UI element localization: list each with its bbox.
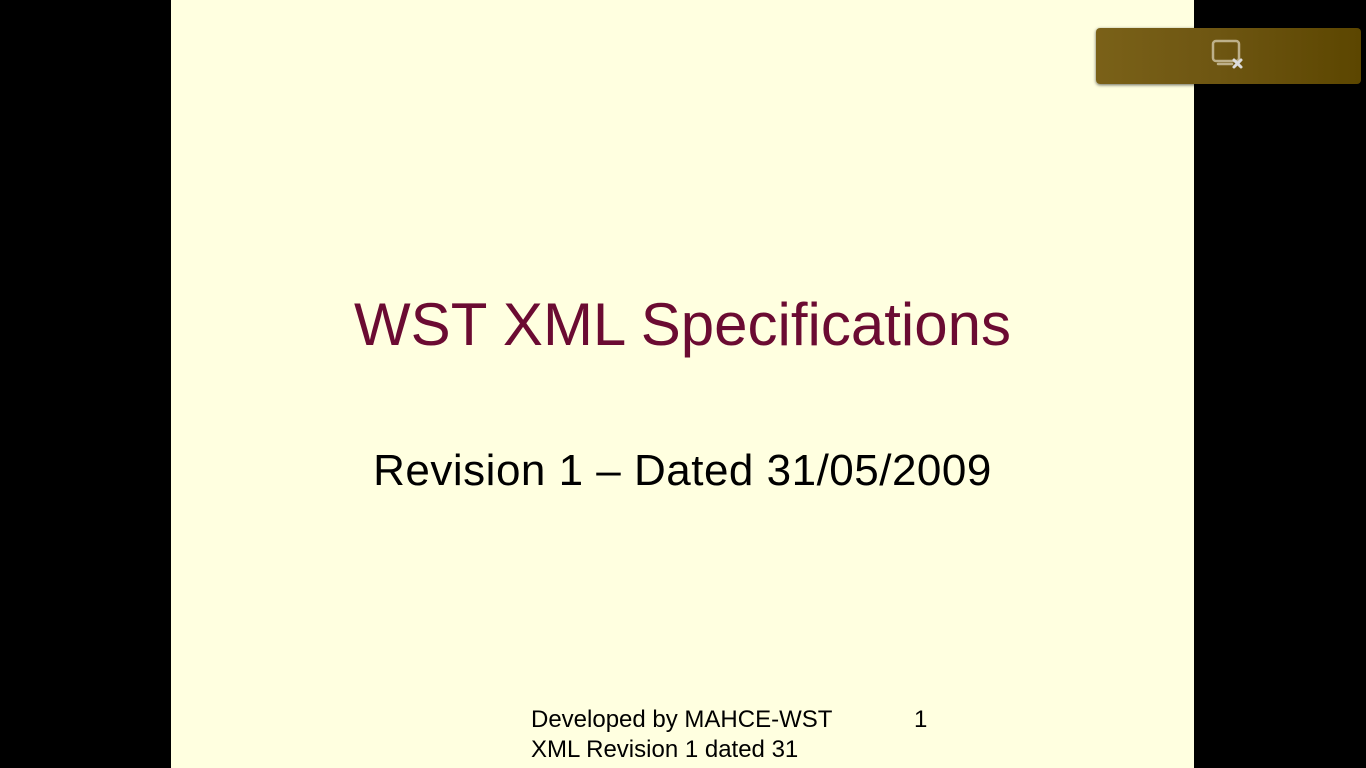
footer-line-2: XML Revision 1 dated 31 [531,736,799,763]
slide-footer: Developed by MAHCE-WST XML Revision 1 da… [531,705,871,765]
slide-number: 1 [914,706,928,733]
slide-subtitle: Revision 1 – Dated 31/05/2009 [373,446,992,495]
slide-title: WST XML Specifications [354,291,1011,358]
presentation-toolbar[interactable] [1096,28,1361,84]
presentation-screen: WST XML Specifications Revision 1 – Date… [0,0,1366,768]
exit-presentation-icon[interactable] [1210,39,1246,75]
slide[interactable]: WST XML Specifications Revision 1 – Date… [171,0,1194,768]
footer-line-1: Developed by MAHCE-WST [531,706,833,733]
